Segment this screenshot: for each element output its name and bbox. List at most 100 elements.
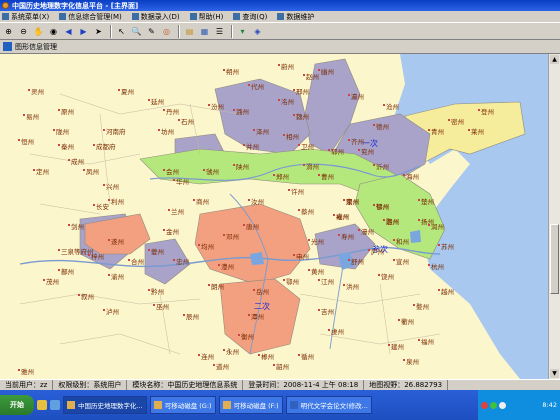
layers-dropdown-icon[interactable]: ▾ [236,25,249,38]
place-marker-icon[interactable] [273,174,275,176]
place-marker-icon[interactable] [128,259,130,261]
place-marker-icon[interactable] [58,249,60,251]
place-marker-icon[interactable] [318,309,320,311]
place-marker-icon[interactable] [348,94,350,96]
place-marker-icon[interactable] [293,89,295,91]
place-marker-icon[interactable] [223,69,225,71]
menu-data-entry[interactable]: 数据录入(D) [131,12,180,22]
menu-query[interactable]: 查询(Q) [233,12,267,22]
quicklaunch-icon[interactable] [50,400,60,410]
place-marker-icon[interactable] [58,109,60,111]
place-marker-icon[interactable] [393,239,395,241]
full-extent-icon[interactable]: ◉ [47,25,60,38]
menu-data-maintenance[interactable]: 数据维护 [277,12,314,22]
place-marker-icon[interactable] [28,89,30,91]
place-marker-icon[interactable] [303,164,305,166]
place-marker-icon[interactable] [358,149,360,151]
place-marker-icon[interactable] [238,334,240,336]
start-button[interactable]: 开始 [0,395,34,415]
volume-icon[interactable] [499,401,506,409]
select-arrow-icon[interactable]: ➤ [92,25,105,38]
place-marker-icon[interactable] [368,249,370,251]
place-marker-icon[interactable] [233,164,235,166]
place-marker-icon[interactable] [418,219,420,221]
place-marker-icon[interactable] [418,339,420,341]
place-marker-icon[interactable] [333,214,335,216]
place-marker-icon[interactable] [248,199,250,201]
place-marker-icon[interactable] [293,114,295,116]
place-marker-icon[interactable] [203,169,205,171]
place-marker-icon[interactable] [83,169,85,171]
globe-icon[interactable]: ◎ [160,25,173,38]
place-marker-icon[interactable] [103,309,105,311]
place-marker-icon[interactable] [293,254,295,256]
place-marker-icon[interactable] [288,189,290,191]
place-marker-icon[interactable] [383,104,385,106]
place-marker-icon[interactable] [378,274,380,276]
place-marker-icon[interactable] [478,109,480,111]
place-marker-icon[interactable] [413,304,415,306]
map-canvas[interactable]: 一次 参次 二次 宋州亳州徐州泗州濠州寿州蔡州许州郑州汝州唐州邓州均州金州商州华… [0,54,548,379]
quicklaunch-icon[interactable] [37,400,47,410]
place-marker-icon[interactable] [298,144,300,146]
place-marker-icon[interactable] [338,234,340,236]
place-marker-icon[interactable] [438,244,440,246]
place-marker-icon[interactable] [93,204,95,206]
ime-icon[interactable] [481,401,488,409]
place-marker-icon[interactable] [278,99,280,101]
place-marker-icon[interactable] [148,289,150,291]
place-marker-icon[interactable] [278,64,280,66]
place-marker-icon[interactable] [258,354,260,356]
place-marker-icon[interactable] [308,269,310,271]
pan-hand-icon[interactable]: ✋ [32,25,45,38]
place-marker-icon[interactable] [208,104,210,106]
back-arrow-icon[interactable]: ◀ [62,25,75,38]
zoom-out-icon[interactable]: ⊖ [17,25,30,38]
menu-system[interactable]: 系统菜单(X) [2,12,49,22]
table-icon[interactable]: ▦ [198,25,211,38]
place-marker-icon[interactable] [193,199,195,201]
place-marker-icon[interactable] [303,74,305,76]
place-marker-icon[interactable] [163,109,165,111]
place-marker-icon[interactable] [103,184,105,186]
vertical-scrollbar[interactable]: ▲ ▼ [548,54,560,379]
place-marker-icon[interactable] [208,284,210,286]
place-marker-icon[interactable] [448,119,450,121]
place-marker-icon[interactable] [218,264,220,266]
place-marker-icon[interactable] [108,274,110,276]
place-marker-icon[interactable] [373,164,375,166]
place-marker-icon[interactable] [58,269,60,271]
menu-info-management[interactable]: 信息综合管理(M) [59,12,122,22]
task-button-disk-f[interactable]: 可移动磁盘 (F:) [218,396,283,414]
place-marker-icon[interactable] [173,179,175,181]
place-marker-icon[interactable] [168,209,170,211]
place-marker-icon[interactable] [283,134,285,136]
place-marker-icon[interactable] [328,329,330,331]
place-marker-icon[interactable] [93,144,95,146]
place-marker-icon[interactable] [198,244,200,246]
place-marker-icon[interactable] [373,124,375,126]
place-marker-icon[interactable] [163,229,165,231]
zoom-in-icon[interactable]: ⊕ [2,25,15,38]
place-marker-icon[interactable] [343,284,345,286]
place-marker-icon[interactable] [298,354,300,356]
menu-help[interactable]: 帮助(H) [189,12,223,22]
place-marker-icon[interactable] [108,239,110,241]
place-marker-icon[interactable] [213,364,215,366]
place-marker-icon[interactable] [118,89,120,91]
place-marker-icon[interactable] [223,234,225,236]
network-icon[interactable] [490,401,497,409]
place-marker-icon[interactable] [158,129,160,131]
place-marker-icon[interactable] [183,314,185,316]
place-marker-icon[interactable] [273,364,275,366]
place-marker-icon[interactable] [248,84,250,86]
place-marker-icon[interactable] [298,209,300,211]
place-marker-icon[interactable] [53,129,55,131]
place-marker-icon[interactable] [148,249,150,251]
legend-icon[interactable]: ☰ [213,25,226,38]
place-marker-icon[interactable] [428,129,430,131]
place-marker-icon[interactable] [103,129,105,131]
place-marker-icon[interactable] [18,369,20,371]
place-marker-icon[interactable] [33,169,35,171]
place-marker-icon[interactable] [173,259,175,261]
